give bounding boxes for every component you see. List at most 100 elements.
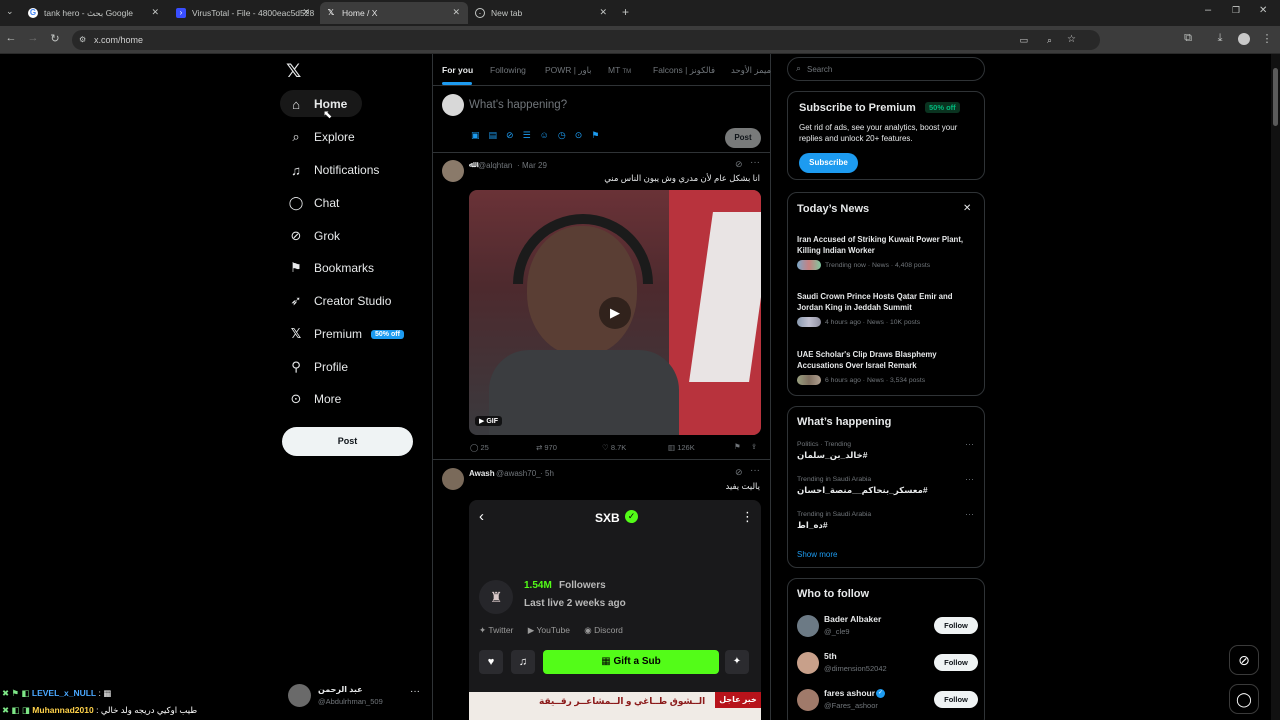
follow-button[interactable]: Follow bbox=[934, 617, 978, 634]
news-item[interactable]: UAE Scholar's Clip Draws Blasphemy Accus… bbox=[797, 349, 977, 385]
extensions-icon[interactable]: ⧉ bbox=[1181, 32, 1195, 45]
nav-explore[interactable]: ⌕ Explore bbox=[288, 124, 354, 150]
download-icon[interactable]: ⤓ bbox=[1213, 32, 1227, 45]
bookmark-star-icon[interactable]: ☆ bbox=[1067, 30, 1076, 50]
follow-suggestion[interactable]: fares ashour ✓ @Fares_ashoor Follow bbox=[788, 685, 986, 715]
search-input[interactable]: ⌕ Search bbox=[787, 57, 985, 81]
trend-item[interactable]: Trending in Saudi Arabia #معسكر_بنحاكم__… bbox=[797, 474, 977, 496]
close-tab-icon[interactable]: ✕ bbox=[599, 7, 607, 18]
new-tab-plus-icon[interactable]: + bbox=[622, 5, 629, 19]
x-logo-icon[interactable]: 𝕏 bbox=[286, 60, 301, 83]
news-item[interactable]: Saudi Crown Prince Hosts Qatar Emir and … bbox=[797, 291, 977, 327]
browser-tab-google[interactable]: G tank hero - بحث Google ✕ bbox=[22, 2, 167, 24]
url-input[interactable]: ⚙ x.com/home ▭ ⌕ ☆ bbox=[72, 30, 1100, 50]
nav-notifications[interactable]: ♫ Notifications bbox=[288, 157, 379, 183]
account-name: عبد الرحمن bbox=[318, 685, 363, 694]
nav-home[interactable]: ⌂ Home bbox=[288, 91, 347, 117]
trend-item[interactable]: Trending in Saudi Arabia #ده_اط ··· bbox=[797, 509, 977, 531]
news-item[interactable]: Iran Accused of Striking Kuwait Power Pl… bbox=[797, 234, 977, 270]
embedded-screenshot[interactable]: ‹ SXB ✓ ⋮ ♜ 1.54M Followers Last live 2 … bbox=[469, 500, 761, 720]
tab-memes[interactable]: ميمز الأوحد bbox=[731, 65, 771, 76]
nav-grok[interactable]: ⊘ Grok bbox=[288, 223, 340, 249]
close-tab-icon[interactable]: ✕ bbox=[151, 7, 159, 18]
close-icon[interactable]: ✕ bbox=[963, 203, 971, 214]
repost-action[interactable]: ⇄ 970 bbox=[536, 443, 557, 452]
grok-icon[interactable]: ⊘ bbox=[735, 467, 743, 478]
grok-icon[interactable]: ⊘ bbox=[735, 159, 743, 170]
more-dots-icon[interactable]: ··· bbox=[965, 439, 974, 449]
nav-creator-studio[interactable]: ➶ Creator Studio bbox=[288, 288, 392, 314]
minimize-icon[interactable]: – bbox=[1205, 4, 1211, 16]
more-dots-icon[interactable]: ··· bbox=[965, 509, 974, 519]
back-arrow-icon[interactable]: ← bbox=[4, 32, 18, 44]
grok-icon[interactable]: ⊘ bbox=[506, 130, 523, 140]
news-headline: Iran Accused of Striking Kuwait Power Pl… bbox=[797, 235, 964, 255]
search-icon: ⌕ bbox=[796, 63, 802, 73]
post-2[interactable]: Awash @awash70_ · 5h ⊘ ··· ياليت يفيد ‹ … bbox=[433, 462, 770, 720]
views-action[interactable]: ▥ 126K bbox=[668, 443, 695, 452]
like-action[interactable]: ♡ 8.7K bbox=[602, 443, 626, 452]
trend-context: Trending in Saudi Arabia bbox=[797, 511, 872, 518]
more-dots-icon[interactable]: ··· bbox=[750, 465, 760, 476]
post-media[interactable]: ▶ ▶ GIF bbox=[469, 190, 761, 435]
account-switcher[interactable]: عبد الرحمن @Abdulrhman_509 ··· bbox=[286, 682, 426, 710]
poll-icon[interactable]: ☰ bbox=[523, 130, 540, 140]
close-window-icon[interactable]: ✕ bbox=[1259, 5, 1267, 16]
zoom-icon[interactable]: ⌕ bbox=[1047, 30, 1052, 50]
follow-suggestion[interactable]: Bader Albaker @_cle9 Follow bbox=[788, 611, 986, 641]
nav-label: Creator Studio bbox=[314, 294, 392, 308]
browser-tab-new[interactable]: · New tab ✕ bbox=[469, 2, 615, 24]
follow-button[interactable]: Follow bbox=[934, 691, 978, 708]
share-icon[interactable]: ⇪ bbox=[751, 442, 757, 451]
flag-icon[interactable]: ⚑ bbox=[591, 130, 608, 140]
site-info-icon[interactable]: ⚙ bbox=[79, 30, 86, 50]
play-icon[interactable]: ▶ bbox=[599, 297, 631, 329]
tab-mt[interactable]: MT TM bbox=[608, 65, 631, 75]
forward-arrow-icon[interactable]: → bbox=[26, 32, 40, 44]
page-scrollbar-thumb[interactable] bbox=[1273, 68, 1278, 126]
tab-falcons[interactable]: Falcons | فالكونز bbox=[653, 65, 715, 76]
tab-for-you[interactable]: For you bbox=[442, 65, 473, 75]
gif-icon[interactable]: ▤ bbox=[489, 130, 507, 140]
maximize-icon[interactable]: ❐ bbox=[1232, 5, 1240, 16]
grok-floating-button[interactable]: ⊘ bbox=[1229, 645, 1259, 675]
post-1[interactable]: ﷲ @alqhtan · Mar 29 ⊘ ··· انا بشكل عام ل… bbox=[433, 154, 770, 460]
who-title: Who to follow bbox=[797, 588, 870, 600]
follow-suggestion[interactable]: 5th @dimension52042 Follow bbox=[788, 648, 986, 678]
tab-following[interactable]: Following bbox=[490, 65, 526, 75]
avatar-stack bbox=[797, 260, 821, 270]
emoji-icon[interactable]: ☺ bbox=[540, 130, 558, 140]
browser-menu-icon[interactable]: ⋮ bbox=[1260, 32, 1274, 45]
tab-powr[interactable]: POWR | باور bbox=[545, 65, 592, 76]
bookmark-icon[interactable]: ⚑ bbox=[734, 442, 741, 451]
nav-premium[interactable]: 𝕏 Premium 50% off bbox=[288, 321, 404, 347]
post-button[interactable]: Post bbox=[282, 427, 413, 456]
chat-badges-icon: ✖ ◧ ◨ bbox=[2, 705, 30, 715]
follow-button[interactable]: Follow bbox=[934, 654, 978, 671]
tab-list-chevron-icon[interactable]: ⌄ bbox=[6, 6, 14, 17]
more-dots-icon[interactable]: ··· bbox=[410, 686, 420, 697]
nav-chat[interactable]: ◯ Chat bbox=[288, 190, 340, 216]
compose-input[interactable]: What's happening? bbox=[469, 99, 567, 111]
browser-tab-x-home[interactable]: 𝕏 Home / X ✕ bbox=[320, 2, 468, 24]
nav-bookmarks[interactable]: ⚑ Bookmarks bbox=[288, 255, 374, 281]
close-tab-icon[interactable]: ✕ bbox=[452, 7, 460, 18]
nav-more[interactable]: ⊙ More bbox=[288, 386, 342, 412]
browser-tab-virustotal[interactable]: › VirusTotal - File - 4800eac5d528 ✕ bbox=[170, 2, 318, 24]
location-icon[interactable]: ⊙ bbox=[575, 130, 592, 140]
close-tab-icon[interactable]: ✕ bbox=[302, 7, 310, 18]
reload-icon[interactable]: ↻ bbox=[48, 32, 62, 45]
chat-floating-button[interactable]: ◯ bbox=[1229, 684, 1259, 714]
profile-avatar-icon[interactable] bbox=[1238, 33, 1250, 45]
more-dots-icon[interactable]: ··· bbox=[750, 157, 760, 168]
more-dots-icon[interactable]: ··· bbox=[965, 474, 974, 484]
cast-icon[interactable]: ▭ bbox=[1019, 30, 1028, 50]
subscribe-button[interactable]: Subscribe bbox=[799, 153, 858, 173]
reply-action[interactable]: ◯ 25 bbox=[470, 443, 489, 452]
image-icon[interactable]: ▣ bbox=[471, 130, 489, 140]
show-more-link[interactable]: Show more bbox=[797, 550, 837, 559]
nav-profile[interactable]: ⚲ Profile bbox=[288, 354, 348, 380]
trend-item[interactable]: Politics · Trending #خالد_بن_سلمان ··· bbox=[797, 439, 977, 461]
schedule-icon[interactable]: ◷ bbox=[558, 130, 575, 140]
composer-post-button[interactable]: Post bbox=[725, 128, 761, 148]
